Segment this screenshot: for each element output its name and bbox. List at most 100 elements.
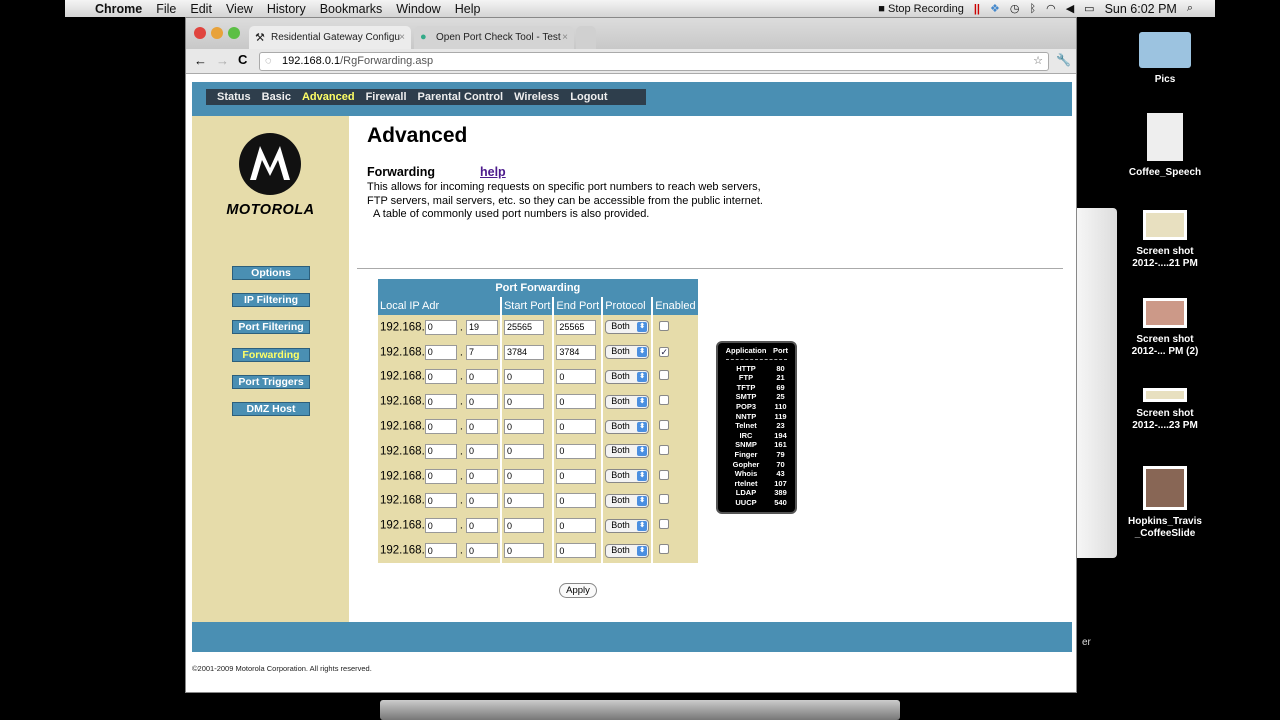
start-port-input[interactable] (503, 543, 544, 559)
start-port-input[interactable] (503, 344, 544, 360)
ip-octet4-input[interactable] (465, 344, 498, 360)
ip-octet4-input[interactable] (465, 543, 498, 559)
tab-open-port-check[interactable]: ● Open Port Check Tool - Test × (414, 26, 574, 49)
desktop-icon[interactable]: Coffee_Speech (1110, 113, 1220, 179)
tab-residential-gateway[interactable]: ⚒ Residential Gateway Configu × (249, 26, 411, 49)
help-link[interactable]: help (480, 165, 506, 179)
menu-view[interactable]: View (226, 2, 253, 16)
protocol-select[interactable]: Both ⬍ (605, 419, 650, 434)
close-tab-icon[interactable]: × (399, 32, 405, 43)
start-port-input[interactable] (503, 419, 544, 435)
protocol-select[interactable]: Both ⬍ (605, 320, 650, 335)
dropbox-icon[interactable]: ❖ (990, 2, 1000, 15)
desktop-icon[interactable]: Screen shot 2012-... PM (2) (1110, 298, 1220, 358)
reload-icon[interactable]: C (238, 52, 247, 67)
nav-parental-control[interactable]: Parental Control (418, 91, 504, 103)
nav-basic[interactable]: Basic (262, 91, 291, 103)
protocol-select[interactable]: Both ⬍ (605, 345, 650, 360)
sidebar-item-options[interactable]: Options (232, 266, 310, 280)
menu-history[interactable]: History (267, 2, 306, 16)
protocol-select[interactable]: Both ⬍ (605, 543, 650, 558)
stop-recording-button[interactable]: ■ Stop Recording (878, 3, 964, 15)
enabled-checkbox[interactable] (659, 395, 670, 406)
start-port-input[interactable] (503, 493, 544, 509)
apply-button[interactable]: Apply (559, 583, 597, 598)
battery-icon[interactable]: ▭ (1084, 2, 1094, 15)
desktop-icon[interactable]: Hopkins_Travis _CoffeeSlide (1110, 466, 1220, 540)
nav-wireless[interactable]: Wireless (514, 91, 559, 103)
ip-octet3-input[interactable] (424, 543, 457, 559)
time-machine-icon[interactable]: ◷ (1010, 2, 1020, 15)
clock[interactable]: Sun 6:02 PM (1105, 2, 1177, 16)
enabled-checkbox[interactable] (659, 320, 670, 331)
enabled-checkbox[interactable] (659, 444, 670, 455)
ip-octet3-input[interactable] (424, 319, 457, 335)
sidebar-item-port-filtering[interactable]: Port Filtering (232, 320, 310, 335)
wrench-icon[interactable]: 🔧 (1056, 53, 1071, 67)
ip-octet4-input[interactable] (465, 468, 498, 484)
enabled-checkbox[interactable] (659, 544, 670, 555)
zoom-window-button[interactable] (228, 27, 240, 39)
ip-octet3-input[interactable] (424, 493, 457, 509)
start-port-input[interactable] (503, 319, 544, 335)
back-icon[interactable]: ← (194, 53, 207, 68)
enabled-checkbox[interactable] (659, 469, 670, 480)
ip-octet3-input[interactable] (424, 419, 457, 435)
end-port-input[interactable] (556, 369, 597, 385)
pause-icon[interactable]: || (974, 3, 980, 15)
enabled-checkbox[interactable] (659, 370, 670, 381)
ip-octet4-input[interactable] (465, 493, 498, 509)
end-port-input[interactable] (556, 344, 597, 360)
end-port-input[interactable] (556, 493, 597, 509)
enabled-checkbox[interactable]: ✓ (659, 347, 670, 358)
new-tab-button[interactable] (576, 26, 596, 49)
start-port-input[interactable] (503, 369, 544, 385)
star-icon[interactable]: ☆ (1033, 54, 1043, 67)
sidebar-item-ip-filtering[interactable]: IP Filtering (232, 293, 310, 308)
end-port-input[interactable] (556, 319, 597, 335)
ip-octet4-input[interactable] (465, 419, 498, 435)
desktop-icon[interactable]: Screen shot 2012-....21 PM (1110, 210, 1220, 270)
end-port-input[interactable] (556, 419, 597, 435)
nav-status[interactable]: Status (217, 91, 251, 103)
protocol-select[interactable]: Both ⬍ (605, 394, 650, 409)
menu-file[interactable]: File (156, 2, 176, 16)
menu-app[interactable]: Chrome (95, 2, 142, 16)
dock[interactable] (380, 700, 900, 720)
menu-edit[interactable]: Edit (190, 2, 212, 16)
start-port-input[interactable] (503, 394, 544, 410)
end-port-input[interactable] (556, 543, 597, 559)
enabled-checkbox[interactable] (659, 519, 670, 530)
close-window-button[interactable] (194, 27, 206, 39)
spotlight-icon[interactable]: ⌕ (1187, 2, 1193, 15)
wifi-icon[interactable]: ◠ (1046, 2, 1056, 15)
ip-octet3-input[interactable] (424, 394, 457, 410)
ip-octet3-input[interactable] (424, 518, 457, 534)
bluetooth-icon[interactable]: ᛒ (1029, 3, 1036, 15)
ip-octet3-input[interactable] (424, 369, 457, 385)
end-port-input[interactable] (556, 518, 597, 534)
start-port-input[interactable] (503, 518, 544, 534)
ip-octet4-input[interactable] (465, 319, 498, 335)
ip-octet4-input[interactable] (465, 518, 498, 534)
sidebar-item-forwarding[interactable]: Forwarding (232, 347, 310, 362)
protocol-select[interactable]: Both ⬍ (605, 369, 650, 384)
volume-icon[interactable]: ◀ (1066, 2, 1074, 15)
protocol-select[interactable]: Both ⬍ (605, 444, 650, 459)
ip-octet4-input[interactable] (465, 369, 498, 385)
protocol-select[interactable]: Both ⬍ (605, 469, 650, 484)
start-port-input[interactable] (503, 468, 544, 484)
desktop-icon[interactable]: Pics (1110, 32, 1220, 86)
protocol-select[interactable]: Both ⬍ (605, 493, 650, 508)
start-port-input[interactable] (503, 443, 544, 459)
nav-firewall[interactable]: Firewall (366, 91, 407, 103)
close-tab-icon[interactable]: × (562, 32, 568, 43)
enabled-checkbox[interactable] (659, 420, 670, 431)
desktop-icon[interactable]: Screen shot 2012-....23 PM (1110, 388, 1220, 432)
end-port-input[interactable] (556, 443, 597, 459)
ip-octet3-input[interactable] (424, 468, 457, 484)
forward-icon[interactable]: → (216, 53, 229, 68)
enabled-checkbox[interactable] (659, 494, 670, 505)
protocol-select[interactable]: Both ⬍ (605, 518, 650, 533)
sidebar-item-port-triggers[interactable]: Port Triggers (232, 374, 310, 389)
